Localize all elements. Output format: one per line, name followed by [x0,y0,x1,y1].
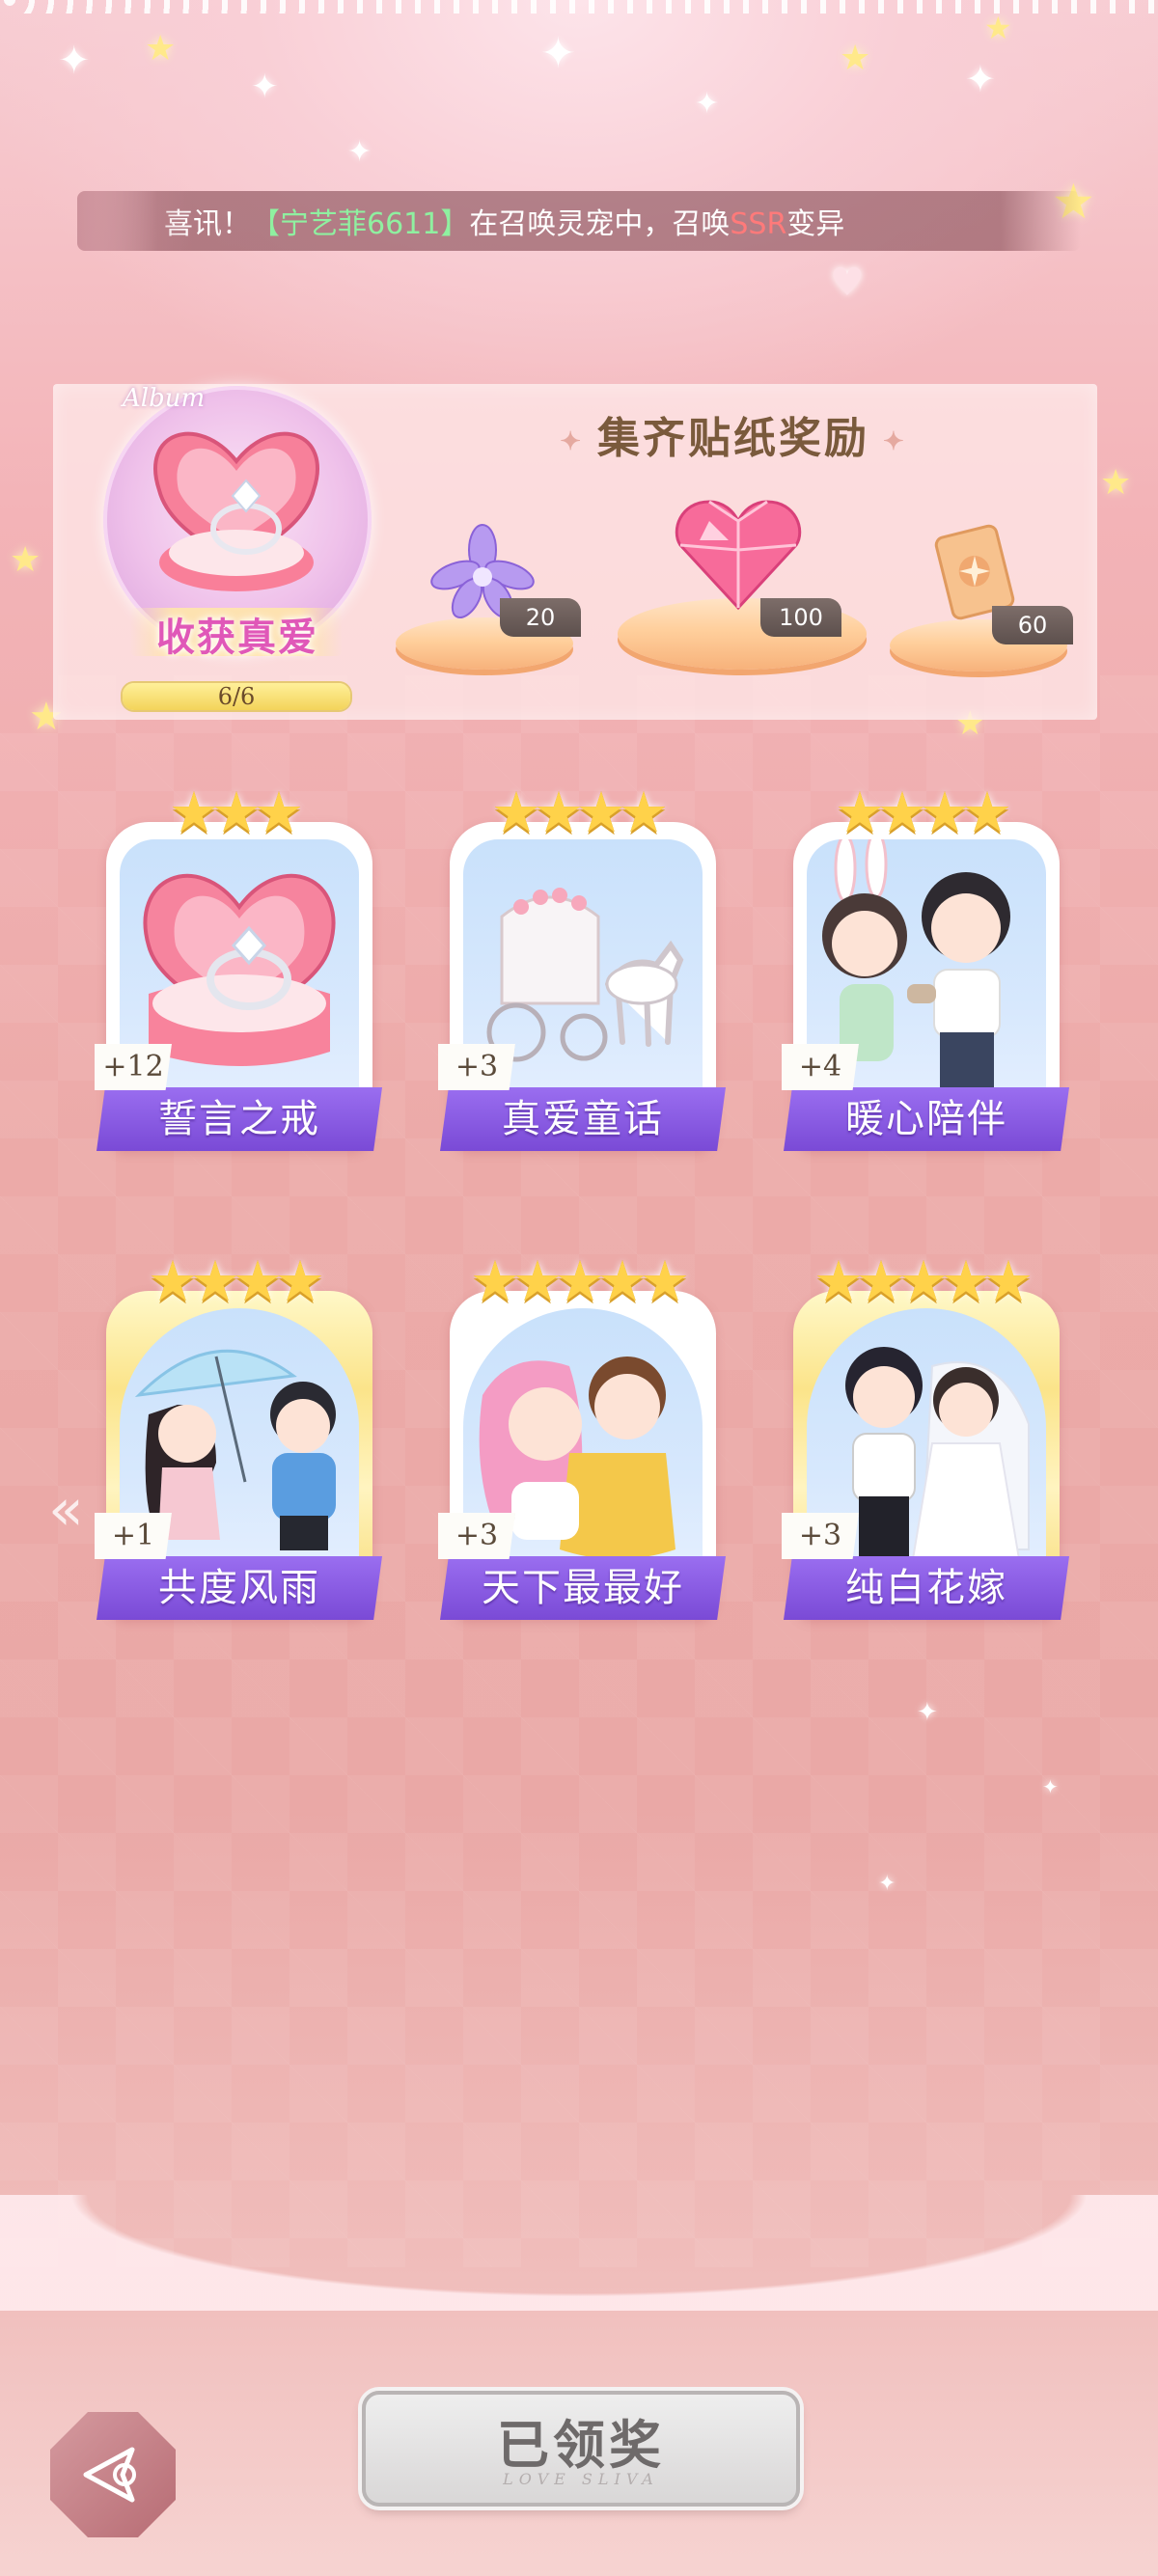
reward-count: 60 [992,606,1073,644]
sparkle-icon: ✦ [540,29,576,78]
sparkle-icon: ✦ [560,426,584,456]
star-rating: ★★★★ [835,780,1012,845]
star-rating: ★★★★ [148,1248,325,1314]
star-icon: ★ [10,540,41,580]
album-title: 收获真爱 [156,615,318,660]
sticker-card[interactable]: ★★★★ 真爱童话 +3 [438,780,726,1151]
sparkle-icon: ✦ [917,1698,938,1727]
sparkle-icon: ✦ [695,87,720,121]
sticker-card[interactable]: ★★★★★ 纯白花嫁 +3 [782,1248,1069,1620]
prev-page-arrow-icon[interactable]: « [48,1476,84,1544]
claimed-button-label: 已领奖 [497,2414,665,2476]
sparkle-icon: ✦ [965,58,996,100]
claimed-button-subtitle: LOVE SLIVA [503,2470,659,2488]
star-rating: ★★★★★ [813,1248,1034,1314]
sparkle-icon: ✦ [1042,1775,1059,1798]
sticker-card[interactable]: ★★★ 誓言之戒 +12 [95,780,382,1151]
reward-count: 100 [760,598,841,637]
sticker-label: 天下最最好 [440,1556,726,1620]
sticker-count-badge: +3 [438,1513,515,1559]
star-icon: ★ [145,29,177,69]
sticker-count-badge: +3 [782,1513,859,1559]
claimed-button[interactable]: 已领奖 LOVE SLIVA [362,2391,800,2507]
star-icon: ★ [840,39,871,78]
sparkle-icon: ✦ [883,426,907,456]
reward-count: 20 [500,598,581,637]
star-icon: ★ [1100,463,1132,503]
sparkle-icon: ✦ [878,1872,896,1896]
star-rating: ★★★★ [491,780,669,845]
sticker-card[interactable]: ★★★★ 共度风雨 +1 [95,1248,382,1620]
sticker-count-badge: +3 [438,1044,515,1090]
sticker-count-badge: +12 [95,1044,172,1090]
collection-progress-bar: 6/6 [121,681,352,712]
sticker-label: 共度风雨 [96,1556,382,1620]
album-badge[interactable]: Album 收获真爱 [101,384,372,673]
sparkle-icon: ✦ [58,39,91,83]
reward-title: ✦ 集齐贴纸奖励 ✦ [560,414,907,463]
ring-box-icon [153,431,319,591]
sparkle-icon: ✦ [251,68,279,106]
star-rating: ★★★ [169,780,304,845]
sticker-label: 纯白花嫁 [784,1556,1069,1620]
sticker-label: 暖心陪伴 [784,1087,1069,1151]
announcement-marquee: 喜讯！【宁艺菲6611】在召唤灵宠中，召唤SSR变异 [77,191,1081,251]
sparkle-icon: ✦ [347,135,372,169]
lower-lace-decoration [0,2195,1158,2311]
sticker-count-badge: +1 [95,1513,172,1559]
heart-icon: ♥ [830,260,865,305]
sticker-card[interactable]: ★★★★ 暖心陪伴 +4 [782,780,1069,1151]
back-button[interactable] [50,2412,176,2537]
sticker-label: 真爱童话 [440,1087,726,1151]
back-arrow-icon [83,2447,136,2503]
sticker-card[interactable]: ★★★★★ 天下最最好 +3 [438,1248,726,1620]
star-icon: ★ [984,10,1012,46]
star-rating: ★★★★★ [470,1248,690,1314]
progress-text: 6/6 [217,683,256,710]
sticker-label: 誓言之戒 [96,1087,382,1151]
sticker-count-badge: +4 [782,1044,859,1090]
